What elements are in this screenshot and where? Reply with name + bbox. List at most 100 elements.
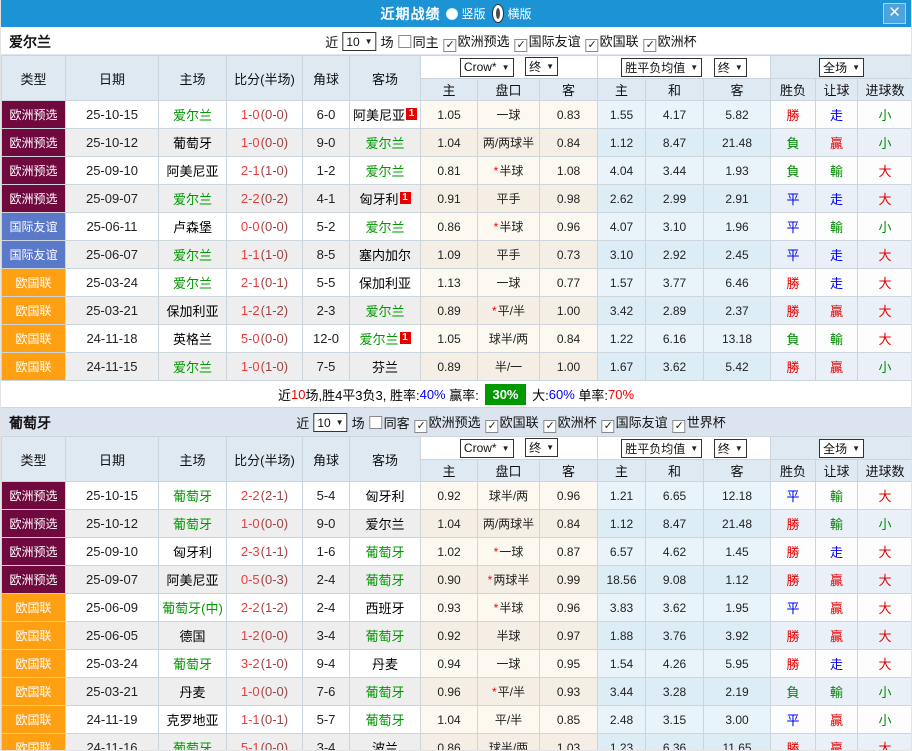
competition-checkbox[interactable]: ✓ xyxy=(415,420,428,433)
away-team: 爱尔兰 xyxy=(350,129,421,157)
match-date: 24-11-16 xyxy=(66,734,159,751)
mean-draw-odds: 9.08 xyxy=(646,566,704,594)
mean-draw-odds: 4.17 xyxy=(646,101,704,129)
mean-draw-odds: 6.36 xyxy=(646,734,704,751)
col-goals: 进球数 xyxy=(858,460,912,482)
col-date: 日期 xyxy=(66,56,159,101)
mean-away-odds: 3.92 xyxy=(704,622,771,650)
odds-provider-select[interactable]: Crow*▼ xyxy=(460,439,514,458)
wdl-result: 勝 xyxy=(771,622,816,650)
summary-text: 40% xyxy=(420,387,446,402)
goals-result: 大 xyxy=(858,185,912,213)
corner-score: 3-4 xyxy=(303,622,350,650)
mean-final-select[interactable]: 终▼ xyxy=(714,439,747,458)
handicap: 平手 xyxy=(478,241,540,269)
mean-final-select[interactable]: 终▼ xyxy=(714,58,747,77)
mean-home-odds: 1.54 xyxy=(598,650,646,678)
away-odds: 0.84 xyxy=(540,325,598,353)
competition-checkbox[interactable]: ✓ xyxy=(544,420,557,433)
home-odds: 0.93 xyxy=(421,594,478,622)
summary-0: 近10场,胜4平3负3, 胜率:40% 赢率: 30% 大:60% 单率:70% xyxy=(1,381,911,408)
match-row: 欧洲预选25-09-07爱尔兰2-2(0-2)4-1匈牙利10.91平手0.98… xyxy=(2,185,912,213)
odds-final-select[interactable]: 终▼ xyxy=(525,438,558,457)
home-team: 德国 xyxy=(159,622,227,650)
mean-home-odds: 6.57 xyxy=(598,538,646,566)
competition-type: 欧国联 xyxy=(2,622,66,650)
radio-selected-icon[interactable] xyxy=(492,4,504,23)
match-date: 25-03-21 xyxy=(66,297,159,325)
mean-odds-select[interactable]: 胜平负均值▼ xyxy=(621,58,702,77)
match-row: 欧国联25-06-09葡萄牙(中)2-2(1-2)2-4西班牙0.93*半球0.… xyxy=(2,594,912,622)
home-team: 葡萄牙(中) xyxy=(159,594,227,622)
match-row: 欧洲预选25-10-12葡萄牙1-0(0-0)9-0爱尔兰1.04两/两球半0.… xyxy=(2,129,912,157)
mean-home-odds: 1.23 xyxy=(598,734,646,751)
competition-checkbox[interactable]: ✓ xyxy=(644,39,657,52)
odds-final-select[interactable]: 终▼ xyxy=(525,57,558,76)
home-odds: 1.09 xyxy=(421,241,478,269)
layout-radio-horizontal[interactable]: 横版 xyxy=(488,4,532,23)
same-venue-checkbox[interactable] xyxy=(370,416,383,429)
match-date: 25-10-15 xyxy=(66,101,159,129)
mean-away-odds: 1.96 xyxy=(704,213,771,241)
scope-select[interactable]: 全场▼ xyxy=(819,58,864,77)
match-score: 2-1(1-0) xyxy=(227,157,303,185)
goals-result: 大 xyxy=(858,566,912,594)
same-venue-checkbox[interactable] xyxy=(399,35,412,48)
mean-odds-select[interactable]: 胜平负均值▼ xyxy=(621,439,702,458)
competition-type: 欧国联 xyxy=(2,297,66,325)
away-odds: 0.84 xyxy=(540,510,598,538)
mean-away-odds: 5.82 xyxy=(704,101,771,129)
wdl-result: 平 xyxy=(771,594,816,622)
scope-select[interactable]: 全场▼ xyxy=(819,439,864,458)
summary-text: 70% xyxy=(608,387,634,402)
competition-checkbox[interactable]: ✓ xyxy=(673,420,686,433)
competition-checkbox[interactable]: ✓ xyxy=(486,420,499,433)
mean-odds-group: 胜平负均值▼ 终▼ xyxy=(598,56,771,79)
radio-icon[interactable] xyxy=(446,8,458,20)
corner-score: 7-6 xyxy=(303,678,350,706)
competition-checkbox[interactable]: ✓ xyxy=(515,39,528,52)
titlebar: 近期战绩 竖版 横版 ✕ xyxy=(1,0,911,27)
handicap-result: 贏 xyxy=(816,706,858,734)
match-row: 欧洲预选25-09-10匈牙利2-3(1-1)1-6葡萄牙1.02*一球0.87… xyxy=(2,538,912,566)
layout-radio-vertical[interactable]: 竖版 xyxy=(442,5,485,22)
goals-result: 小 xyxy=(858,213,912,241)
close-icon[interactable]: ✕ xyxy=(883,3,906,24)
tbody-1: 欧洲预选25-10-15葡萄牙2-2(2-1)5-4匈牙利0.92球半/两0.9… xyxy=(2,482,912,751)
away-team: 波兰 xyxy=(350,734,421,751)
summary-text: 场,胜4平3负3, 胜率: xyxy=(305,385,419,404)
home-odds: 0.89 xyxy=(421,297,478,325)
mean-home-odds: 1.12 xyxy=(598,129,646,157)
handicap-result: 走 xyxy=(816,538,858,566)
filter-bar: 近 10▼ 场 同主 ✓欧洲预选✓国际友谊✓欧国联✓欧洲杯 xyxy=(325,31,696,52)
recent-count-select[interactable]: 10▼ xyxy=(313,413,347,432)
star-icon: * xyxy=(494,164,499,178)
handicap-result: 走 xyxy=(816,185,858,213)
corner-score: 1-6 xyxy=(303,538,350,566)
away-odds: 0.73 xyxy=(540,241,598,269)
recent-count-select[interactable]: 10▼ xyxy=(342,32,376,51)
home-team: 爱尔兰 xyxy=(159,185,227,213)
handicap: 一球 xyxy=(478,269,540,297)
competition-label: 欧洲预选 xyxy=(429,415,481,430)
wdl-result: 勝 xyxy=(771,269,816,297)
summary-text: 10 xyxy=(291,387,305,402)
col-away: 客场 xyxy=(350,56,421,101)
corner-score: 4-1 xyxy=(303,185,350,213)
competition-checkbox[interactable]: ✓ xyxy=(586,39,599,52)
col-goals: 进球数 xyxy=(858,79,912,101)
competition-checkbox[interactable]: ✓ xyxy=(602,420,615,433)
mean-away-odds: 2.91 xyxy=(704,185,771,213)
away-team: 爱尔兰 xyxy=(350,157,421,185)
col-mean-draw: 和 xyxy=(646,79,704,101)
competition-checkbox[interactable]: ✓ xyxy=(444,39,457,52)
handicap: *一球 xyxy=(478,538,540,566)
home-odds: 0.94 xyxy=(421,650,478,678)
odds-provider-select[interactable]: Crow*▼ xyxy=(460,58,514,77)
handicap-result: 輸 xyxy=(816,325,858,353)
competition-type: 欧国联 xyxy=(2,594,66,622)
match-score: 3-2(1-0) xyxy=(227,650,303,678)
mean-home-odds: 1.57 xyxy=(598,269,646,297)
goals-result: 大 xyxy=(858,538,912,566)
match-score: 0-0(0-0) xyxy=(227,213,303,241)
